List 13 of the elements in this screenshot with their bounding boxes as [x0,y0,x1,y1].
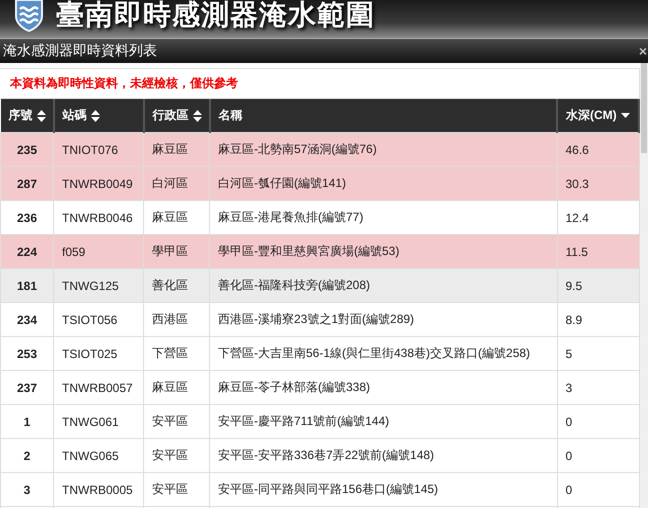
shield-waves-icon [14,0,44,32]
column-header[interactable]: 行政區 [144,99,210,132]
app-title: 臺南即時感測器淹水範圍 [56,0,375,32]
column-header[interactable]: 名稱 [210,99,557,132]
disclaimer-text: 本資料為即時性資料，未經檢核，僅供參考 [0,68,640,99]
close-button[interactable]: × [638,44,648,58]
table-cell: 麻豆區-北勢南57涵洞(編號76) [210,132,557,166]
column-header[interactable]: 站碼 [54,99,144,132]
table-cell: 235 [0,132,54,166]
column-header[interactable]: 序號 [0,99,54,132]
column-header[interactable]: 水深(CM) [557,99,639,132]
panel-title: 淹水感測器即時資料列表 [2,42,157,60]
scrollbar[interactable] [640,63,648,508]
